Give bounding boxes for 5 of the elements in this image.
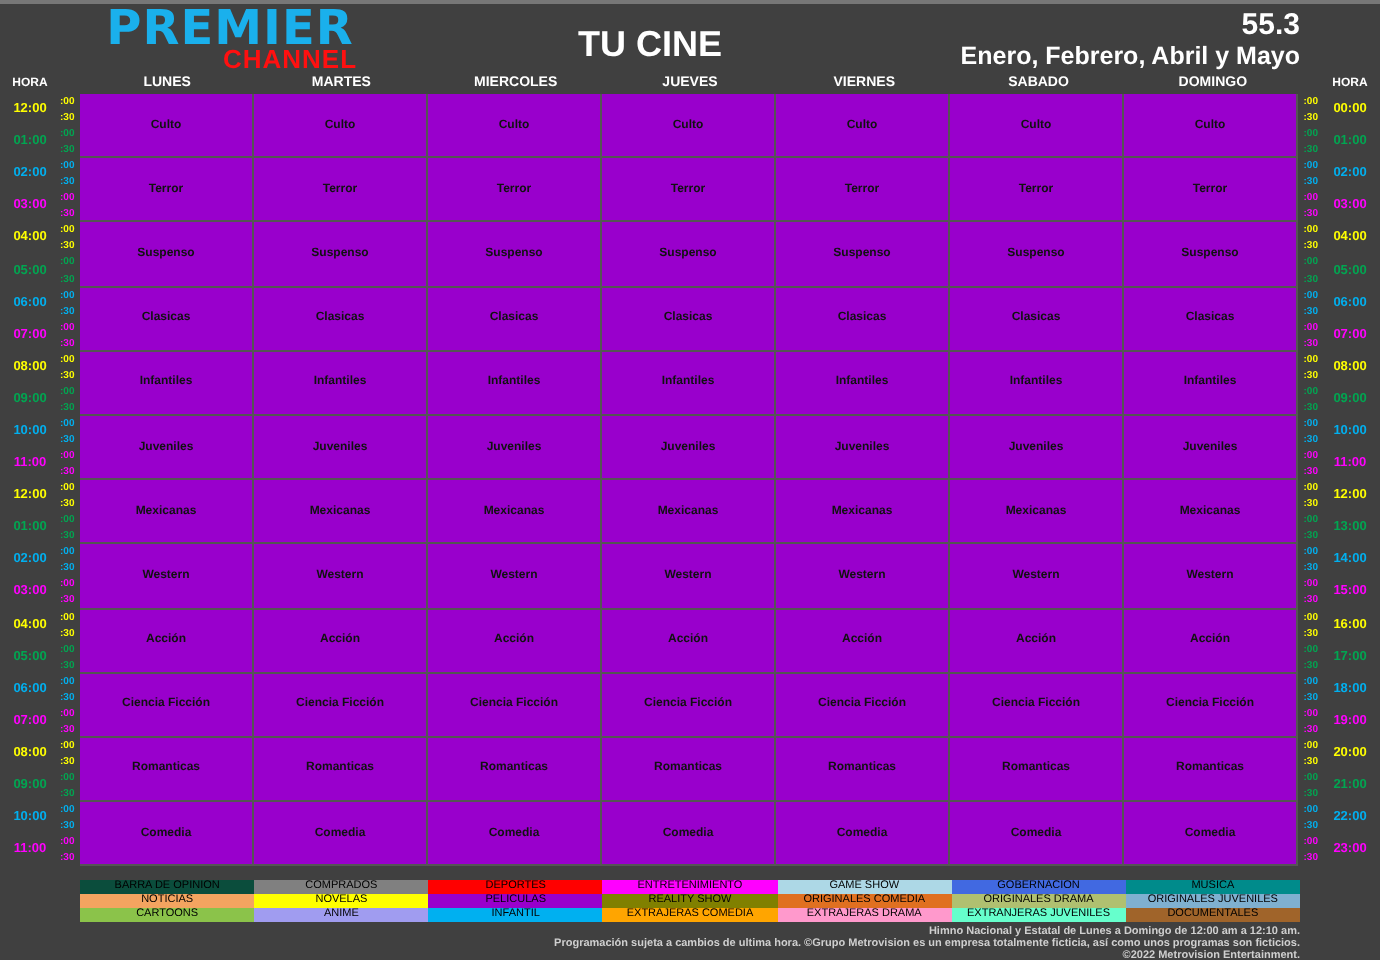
logo-subtitle: CHANNEL <box>222 48 358 70</box>
months-label: Enero, Febrero, Abril y Mayo <box>960 42 1300 70</box>
channel-number: 55.3 <box>1241 10 1300 42</box>
schedule-title: TU CINE <box>576 22 724 66</box>
logo-wordmark: PREMIER <box>106 8 354 48</box>
